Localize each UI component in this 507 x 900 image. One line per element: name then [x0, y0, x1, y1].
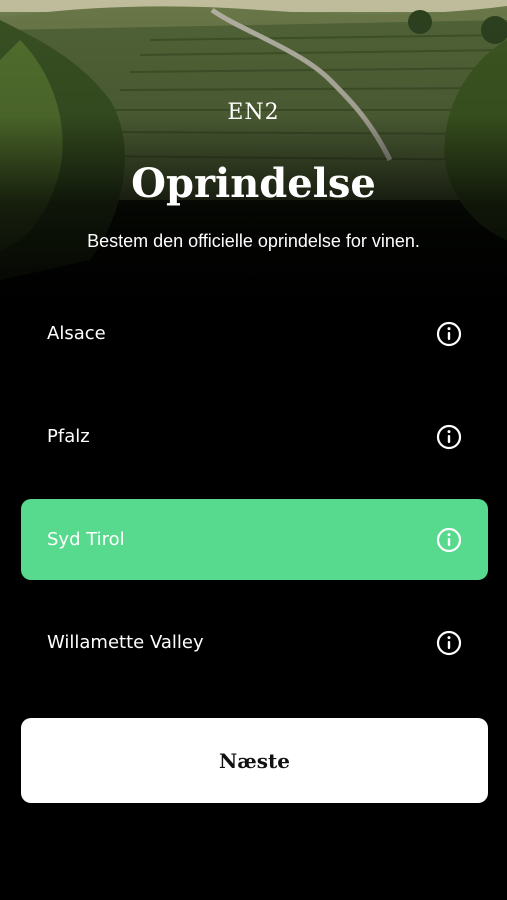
option-label: Alsace	[47, 323, 106, 344]
page-title: Oprindelse	[131, 160, 376, 207]
info-icon[interactable]	[436, 630, 462, 656]
app-logo: EN2	[227, 100, 280, 125]
origin-option-alsace[interactable]: Alsace	[21, 293, 488, 374]
page-subtitle: Bestem den officielle oprindelse for vin…	[87, 231, 420, 251]
info-icon[interactable]	[436, 424, 462, 450]
option-label: Syd Tirol	[47, 529, 125, 550]
origin-option-pfalz[interactable]: Pfalz	[21, 396, 488, 477]
info-icon[interactable]	[436, 527, 462, 553]
origin-option-syd-tirol[interactable]: Syd Tirol	[21, 499, 488, 580]
option-label: Pfalz	[47, 426, 90, 447]
info-icon[interactable]	[436, 321, 462, 347]
next-button[interactable]: Næste	[21, 718, 488, 803]
origin-options-list: Alsace Pfalz Syd Tirol Willamette Valley	[21, 293, 488, 705]
origin-option-willamette-valley[interactable]: Willamette Valley	[21, 602, 488, 683]
option-label: Willamette Valley	[47, 632, 204, 653]
